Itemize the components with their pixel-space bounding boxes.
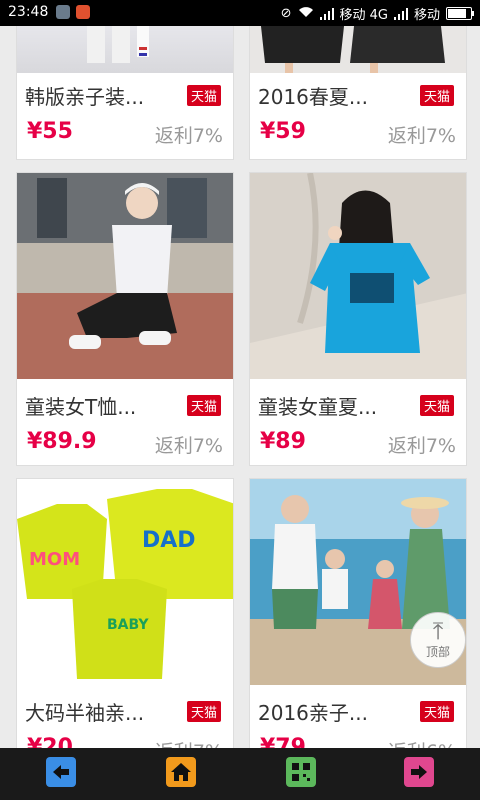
- qr-code-button[interactable]: [286, 757, 316, 787]
- back-to-top-label: 顶部: [425, 645, 450, 659]
- product-title[interactable]: 2016亲子...: [258, 697, 368, 726]
- product-price: ¥89: [260, 429, 306, 454]
- product-title[interactable]: 韩版亲子装...: [25, 81, 144, 110]
- tmall-badge: 天猫: [419, 395, 454, 416]
- product-image: [250, 26, 466, 73]
- product-title[interactable]: 童装女童夏...: [258, 391, 377, 420]
- mute-icon: ⊘: [280, 6, 292, 21]
- status-time: 23:48: [8, 4, 49, 20]
- tmall-badge: 天猫: [186, 85, 221, 106]
- arrow-up-icon: ⤒: [432, 617, 444, 645]
- wifi-icon: [298, 6, 314, 22]
- mom-print: MOM: [29, 549, 80, 570]
- product-card[interactable]: 2016春夏... 天猫 ¥59 返利7%: [249, 26, 467, 160]
- product-image: MOM DAD BABY: [17, 479, 233, 685]
- product-price: ¥79: [260, 735, 306, 748]
- product-rebate: 返利7%: [155, 737, 223, 748]
- back-button[interactable]: [46, 757, 76, 787]
- product-price: ¥89.9: [27, 429, 97, 454]
- product-title[interactable]: 童装女T恤...: [25, 391, 136, 420]
- carrier-2: 移动: [413, 8, 440, 23]
- tmall-badge: 天猫: [186, 395, 221, 416]
- product-price: ¥59: [260, 119, 306, 144]
- product-rebate: 返利7%: [387, 435, 456, 457]
- bottom-nav: [0, 748, 480, 800]
- signal-icon-2: [393, 7, 408, 20]
- back-to-top-button[interactable]: ⤒ 顶部: [410, 612, 466, 668]
- tmall-badge: 天猫: [419, 85, 454, 106]
- product-card[interactable]: MOM DAD BABY 大码半袖亲... 天猫 ¥20 返利7%: [16, 478, 234, 748]
- product-title[interactable]: 大码半袖亲...: [25, 697, 144, 726]
- product-card[interactable]: 童装女T恤... 天猫 ¥89.9 返利7%: [16, 172, 234, 466]
- product-rebate: 返利6%: [388, 737, 456, 748]
- home-icon: [171, 763, 191, 781]
- product-rebate: 返利7%: [387, 125, 456, 147]
- product-card[interactable]: 韩版亲子装... 天猫 ¥55 返利7%: [16, 26, 234, 160]
- alarm-app-icon: [76, 5, 90, 19]
- product-image: [17, 173, 233, 379]
- product-image: [17, 26, 233, 73]
- tmall-badge: 天猫: [186, 701, 221, 722]
- message-icon: [56, 5, 70, 19]
- forward-arrow-icon: [411, 765, 427, 779]
- product-image: [250, 173, 466, 379]
- home-button[interactable]: [166, 757, 196, 787]
- product-price: ¥55: [27, 119, 73, 144]
- status-bar: 23:48 ⊘ 移动 4G 移动: [0, 0, 480, 26]
- dad-print: DAD: [142, 528, 196, 553]
- battery-icon: [446, 7, 474, 20]
- product-card[interactable]: 童装女童夏... 天猫 ¥89 返利7%: [249, 172, 467, 466]
- baby-print: BABY: [107, 617, 149, 633]
- signal-icon: [319, 7, 334, 20]
- carrier-1: 移动 4G: [339, 8, 388, 23]
- product-price: ¥20: [27, 735, 73, 748]
- forward-button[interactable]: [404, 757, 434, 787]
- tmall-badge: 天猫: [419, 701, 454, 722]
- back-arrow-icon: [53, 765, 69, 779]
- product-feed[interactable]: 韩版亲子装... 天猫 ¥55 返利7% 2016春夏... 天猫 ¥59 返利…: [0, 26, 480, 748]
- product-title[interactable]: 2016春夏...: [258, 81, 368, 110]
- qr-code-icon: [292, 763, 310, 781]
- product-rebate: 返利7%: [154, 125, 223, 147]
- product-rebate: 返利7%: [154, 435, 223, 457]
